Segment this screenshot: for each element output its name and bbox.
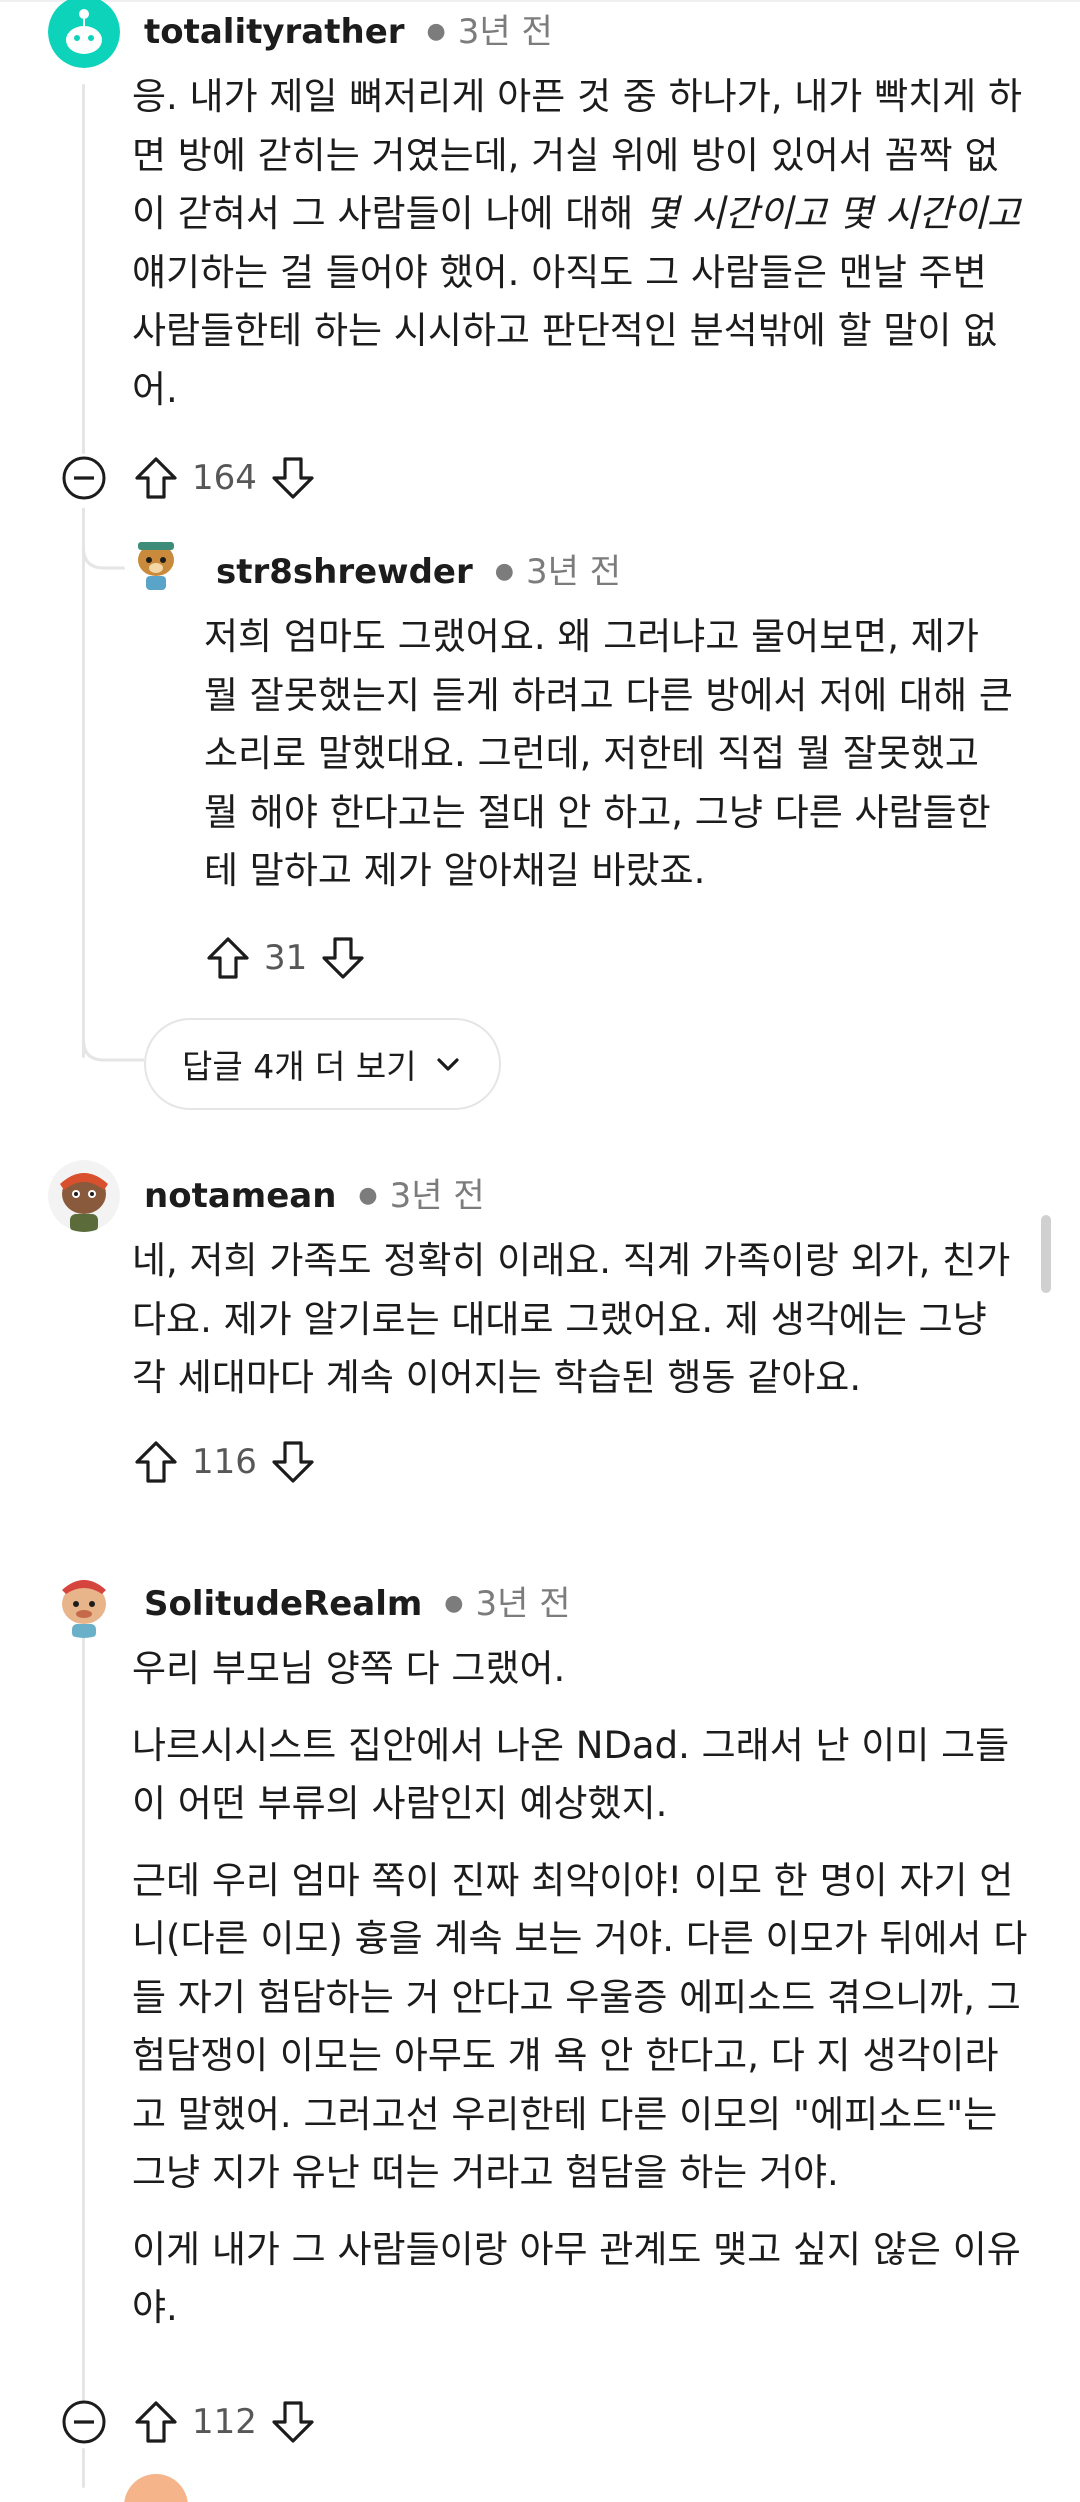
username[interactable]: totalityrather: [144, 12, 405, 52]
comment-paragraph: 저희 엄마도 그랬어요. 왜 그러냐고 물어보면, 제가 뭘 잘못했는지 듣게 …: [204, 615, 1013, 892]
arrow-down-icon: [272, 1441, 314, 1483]
arrow-up-icon: [207, 937, 249, 979]
meta-separator-dot: ●: [444, 1591, 464, 1616]
thread-line: [82, 1612, 85, 2402]
upvote-button[interactable]: [128, 450, 184, 506]
top-divider: [0, 0, 1080, 2]
comment-paragraph: 이게 내가 그 사람들이랑 아무 관계도 맺고 싶지 않은 이유야.: [132, 2227, 1021, 2330]
thread-line: [82, 84, 85, 454]
comment-paragraph: 나르시시스트 집안에서 나온 NDad. 그래서 난 이미 그들이 어떤 부류의…: [132, 1723, 1010, 1826]
username[interactable]: SolitudeRealm: [144, 1584, 422, 1624]
comment-paragraph: 네, 저희 가족도 정확히 이래요. 직계 가족이랑 외가, 친가 다요. 제가…: [132, 1239, 1011, 1399]
more-replies-label: 답글 4개 더 보기: [182, 1047, 417, 1086]
thread-connector: [82, 1000, 144, 1062]
comment-body: 저희 엄마도 그랬어요. 왜 그러냐고 물어보면, 제가 뭘 잘못했는지 듣게 …: [204, 608, 1024, 901]
downvote-button[interactable]: [265, 2394, 321, 2450]
upvote-button[interactable]: [200, 930, 256, 986]
downvote-button[interactable]: [315, 930, 371, 986]
vote-score: 31: [264, 938, 308, 978]
thread-line: [82, 2448, 85, 2488]
avatar[interactable]: [48, 1566, 120, 1638]
vote-score: 112: [192, 2402, 257, 2442]
avatar[interactable]: [48, 1160, 120, 1232]
thread-line: [82, 508, 85, 1058]
comment-body: 네, 저희 가족도 정확히 이래요. 직계 가족이랑 외가, 친가 다요. 제가…: [132, 1232, 1032, 1408]
downvote-button[interactable]: [265, 450, 321, 506]
avatar[interactable]: [124, 2474, 188, 2502]
timestamp: 3년 전: [389, 1176, 485, 1216]
comment-paragraph: 우리 부모님 양쪽 다 그랬어.: [132, 1647, 566, 1690]
timestamp: 3년 전: [475, 1584, 571, 1624]
username[interactable]: str8shrewder: [216, 552, 473, 592]
timestamp: 3년 전: [457, 12, 553, 52]
timestamp: 3년 전: [525, 552, 621, 592]
arrow-down-icon: [322, 937, 364, 979]
minus-circle-icon: [62, 456, 106, 500]
vote-score: 116: [192, 1442, 257, 1482]
collapse-thread-button[interactable]: [60, 2398, 108, 2446]
upvote-button[interactable]: [128, 1434, 184, 1490]
upvote-button[interactable]: [128, 2394, 184, 2450]
meta-separator-dot: ●: [426, 19, 446, 44]
minus-circle-icon: [62, 2400, 106, 2444]
comment-body: 우리 부모님 양쪽 다 그랬어. 나르시시스트 집안에서 나온 NDad. 그래…: [132, 1640, 1032, 2338]
chevron-down-icon: [437, 1058, 459, 1071]
meta-separator-dot: ●: [494, 559, 514, 584]
arrow-up-icon: [135, 2401, 177, 2443]
username[interactable]: notamean: [144, 1176, 336, 1216]
vote-score: 164: [192, 458, 257, 498]
arrow-down-icon: [272, 457, 314, 499]
avatar[interactable]: [48, 0, 120, 68]
comment-paragraph: 응. 내가 제일 뼈저리게 아픈 것 중 하나가, 내가 빡치게 하면 방에 갇…: [132, 75, 1023, 411]
comment-paragraph: 근데 우리 엄마 쪽이 진짜 최악이야! 이모 한 명이 자기 언니(다른 이모…: [132, 1858, 1028, 2195]
comment-body: 응. 내가 제일 뼈저리게 아픈 것 중 하나가, 내가 빡치게 하면 방에 갇…: [132, 68, 1032, 419]
collapse-thread-button[interactable]: [60, 454, 108, 502]
arrow-up-icon: [135, 457, 177, 499]
arrow-up-icon: [135, 1441, 177, 1483]
avatar[interactable]: [124, 530, 188, 594]
more-replies-button[interactable]: 답글 4개 더 보기: [144, 1018, 501, 1110]
arrow-down-icon: [272, 2401, 314, 2443]
scrollbar-thumb[interactable]: [1041, 1215, 1051, 1293]
downvote-button[interactable]: [265, 1434, 321, 1490]
meta-separator-dot: ●: [358, 1183, 378, 1208]
